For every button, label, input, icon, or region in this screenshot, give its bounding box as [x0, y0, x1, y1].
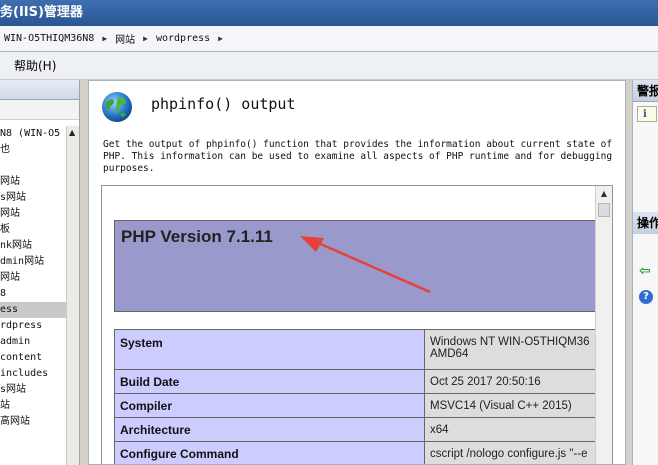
tree-item[interactable]: s网站	[0, 190, 66, 206]
globe-icon	[102, 92, 132, 122]
table-value: Oct 25 2017 20:50:16	[424, 369, 600, 394]
table-key: Configure Command	[114, 441, 425, 464]
tree-item[interactable]: 8	[0, 286, 66, 302]
connections-toolbar	[0, 100, 79, 120]
scroll-up-icon[interactable]: ▲	[596, 186, 612, 202]
breadcrumb-separator-icon[interactable]: ▶	[98, 34, 111, 43]
table-row: System Windows NT WIN-O5THIQM36 AMD64	[114, 329, 600, 370]
menu-bar: 帮助(H)	[0, 52, 658, 80]
table-key: System	[114, 329, 425, 370]
window-title-bar: 务(IIS)管理器	[0, 0, 658, 26]
tree-item[interactable]: admin	[0, 334, 66, 350]
table-row: Compiler MSVC14 (Visual C++ 2015)	[114, 393, 600, 418]
table-value: MSVC14 (Visual C++ 2015)	[424, 393, 600, 418]
actions-panel: 警报 i 操作 ⇦ ?	[632, 80, 658, 465]
scroll-thumb[interactable]	[598, 203, 610, 217]
tree-item[interactable]: 网站	[0, 206, 66, 222]
feature-content-pane: phpinfo() output Get the output of phpin…	[88, 80, 626, 465]
tree-item[interactable]: 网站	[0, 174, 66, 190]
connections-header	[0, 80, 79, 100]
breadcrumb-site[interactable]: wordpress	[152, 33, 214, 44]
phpinfo-table: System Windows NT WIN-O5THIQM36 AMD64 Bu…	[114, 329, 600, 464]
table-row: Architecture x64	[114, 417, 600, 442]
table-value: Windows NT WIN-O5THIQM36 AMD64	[424, 329, 600, 370]
tree-item[interactable]	[0, 158, 66, 174]
tree-item[interactable]: s网站	[0, 382, 66, 398]
table-key: Compiler	[114, 393, 425, 418]
php-version: PHP Version 7.1.11	[121, 227, 273, 246]
tree-item[interactable]: content	[0, 350, 66, 366]
actions-header: 操作	[633, 212, 658, 234]
help-icon[interactable]: ?	[639, 290, 653, 304]
breadcrumb-separator-icon[interactable]: ▶	[214, 34, 227, 43]
connections-scrollbar[interactable]: ▲	[66, 126, 79, 465]
tree-item[interactable]: 站	[0, 398, 66, 414]
breadcrumb-sites[interactable]: 网站	[111, 31, 139, 46]
back-arrow-icon[interactable]: ⇦	[639, 263, 651, 279]
breadcrumb-separator-icon[interactable]: ▶	[139, 34, 152, 43]
phpinfo-browser[interactable]: PHP Version 7.1.11 System Windows NT WIN…	[101, 185, 613, 464]
tree-item[interactable]: dmin网站	[0, 254, 66, 270]
table-value: cscript /nologo configure.js "--e	[424, 441, 600, 464]
browser-scrollbar[interactable]: ▲	[595, 186, 612, 464]
tree-item[interactable]: includes	[0, 366, 66, 382]
window-title: 务(IIS)管理器	[0, 5, 83, 20]
tree-item[interactable]: rdpress	[0, 318, 66, 334]
table-value-line: Windows NT WIN-O5THIQM36	[430, 336, 590, 348]
table-key: Architecture	[114, 417, 425, 442]
tree-item[interactable]: ess	[0, 302, 66, 318]
address-bar[interactable]: WIN-O5THIQM36N8 ▶ 网站 ▶ wordpress ▶	[0, 26, 658, 52]
table-row: Configure Command cscript /nologo config…	[114, 441, 600, 464]
connections-tree: N8 (WIN-O5 也网站 s网站 网站板 nk网站 dmin网站 网站 8 ess rdpre…	[0, 126, 66, 465]
alert-box: i	[637, 106, 657, 122]
scroll-up-icon[interactable]: ▲	[69, 128, 75, 137]
page-title: phpinfo() output	[151, 95, 296, 113]
php-version-header: PHP Version 7.1.11	[114, 220, 600, 312]
tree-item[interactable]: 板	[0, 222, 66, 238]
alerts-header: 警报	[633, 80, 658, 102]
tree-item[interactable]: 高网站	[0, 414, 66, 430]
breadcrumb-server[interactable]: WIN-O5THIQM36N8	[0, 33, 98, 44]
table-row: Build Date Oct 25 2017 20:50:16	[114, 369, 600, 394]
feature-description: Get the output of phpinfo() function tha…	[103, 139, 613, 174]
connections-panel: N8 (WIN-O5 也网站 s网站 网站板 nk网站 dmin网站 网站 8 ess rdpre…	[0, 80, 80, 465]
menu-help[interactable]: 帮助(H)	[14, 52, 56, 80]
table-key: Build Date	[114, 369, 425, 394]
tree-item[interactable]: 网站	[0, 270, 66, 286]
table-value: x64	[424, 417, 600, 442]
tree-item[interactable]: N8 (WIN-O5	[0, 126, 66, 142]
tree-item[interactable]: 也	[0, 142, 66, 158]
info-icon: i	[643, 109, 647, 120]
tree-item[interactable]: nk网站	[0, 238, 66, 254]
table-value-line: AMD64	[430, 348, 469, 360]
